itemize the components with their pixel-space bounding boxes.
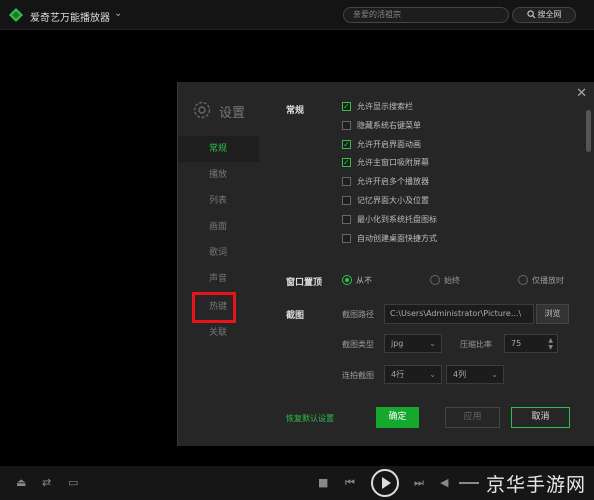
sidebar-item-lyrics[interactable]: 歌词 [178, 240, 259, 266]
radio-dot [342, 275, 352, 285]
loop-icon[interactable]: ⇄ [42, 476, 51, 489]
cancel-button[interactable]: 取消 [511, 407, 570, 428]
sidebar-item-general[interactable]: 常规 [178, 136, 259, 162]
compression-label: 压缩比率 [460, 340, 492, 349]
radio-label: 从不 [356, 276, 372, 285]
sidebar-item-picture[interactable]: 画面 [178, 214, 259, 240]
checkbox-label: 允许主窗口吸附屏幕 [357, 158, 429, 167]
chevron-down-icon: ⌄ [429, 370, 436, 379]
chevron-down-icon[interactable]: ⌄ [114, 8, 122, 19]
screenshot-type-select[interactable]: jpg ⌄ [384, 334, 442, 353]
search-input[interactable]: 亲爱的活祖宗 [343, 7, 509, 23]
settings-header: 设置 [191, 99, 261, 123]
radio-dot [518, 275, 528, 285]
checkbox-box: ✓ [342, 102, 351, 111]
volume-icon[interactable]: ◀ [440, 476, 448, 489]
scrollbar[interactable] [586, 110, 591, 152]
burst-rows-value: 4行 [391, 370, 405, 379]
checkbox-box [342, 177, 351, 186]
search-button-label: 搜全网 [537, 10, 562, 19]
volume-slider[interactable] [459, 482, 479, 484]
eject-icon[interactable]: ⏏ [16, 476, 26, 489]
checkbox-label: 允许开启界面动画 [357, 140, 421, 149]
chevron-down-icon: ⌄ [491, 370, 498, 379]
highlight-box [192, 292, 236, 323]
checkbox-label: 记忆界面大小及位置 [357, 196, 429, 205]
burst-cols-value: 4列 [453, 370, 467, 379]
close-icon[interactable]: ✕ [576, 86, 587, 101]
sidebar-item-sound[interactable]: 声音 [178, 266, 259, 292]
stepper-down-icon[interactable]: ▼ [548, 345, 553, 351]
title-bar: 爱奇艺万能播放器 ⌄ 亲爱的活祖宗 搜全网 [0, 0, 594, 30]
checkbox-label: 自动创建桌面快捷方式 [357, 234, 437, 243]
search-icon [526, 10, 535, 19]
search-button[interactable]: 搜全网 [512, 7, 576, 23]
sidebar-item-playback[interactable]: 播放 [178, 162, 259, 188]
section-label-general: 常规 [286, 106, 305, 116]
checkbox-box [342, 196, 351, 205]
burst-cols-select[interactable]: 4列 ⌄ [446, 365, 504, 384]
checkbox-label: 允许显示搜索栏 [357, 102, 413, 111]
checkbox-box: ✓ [342, 158, 351, 167]
screenshot-path-label: 截图路径 [342, 310, 374, 319]
checkbox-label: 隐藏系统右键菜单 [357, 121, 421, 130]
section-label-window-top: 窗口置顶 [286, 278, 323, 288]
settings-dialog: ✕ 设置 常规 播放 列表 画面 歌词 声音 热键 关联 常规 ✓ 允许显示搜索栏… [177, 82, 594, 446]
screenshot-path-field[interactable]: C:\Users\Administrator\Picture...\ [384, 304, 534, 324]
app-title[interactable]: 爱奇艺万能播放器 [30, 9, 110, 24]
previous-icon[interactable]: ⏮ [345, 476, 355, 490]
sidebar-item-list[interactable]: 列表 [178, 188, 259, 214]
sidebar-item-associations[interactable]: 关联 [178, 320, 259, 346]
next-icon[interactable]: ⏭ [414, 476, 424, 490]
iqiyi-logo-icon [9, 8, 23, 22]
apply-button[interactable]: 应用 [445, 407, 500, 428]
gear-icon [193, 101, 211, 119]
checkbox-box [342, 215, 351, 224]
radio-label: 始终 [444, 276, 460, 285]
stop-icon[interactable]: ■ [318, 476, 328, 489]
checkbox-label: 最小化到系统托盘图标 [357, 215, 437, 224]
section-label-screenshot: 截图 [286, 311, 305, 321]
compression-value: 75 [511, 339, 522, 348]
checkbox-box [342, 234, 351, 243]
restore-defaults-link[interactable]: 恢复默认设置 [286, 413, 334, 424]
ok-button[interactable]: 确定 [376, 407, 419, 428]
checkbox-box [342, 121, 351, 130]
screenshot-type-label: 截图类型 [342, 340, 374, 349]
play-button[interactable] [371, 469, 399, 497]
compression-stepper[interactable]: 75 ▲ ▼ [504, 334, 558, 353]
browse-button[interactable]: 浏览 [536, 304, 569, 324]
settings-sidebar: 设置 常规 播放 列表 画面 歌词 声音 热键 关联 [178, 82, 261, 446]
checkbox-label: 允许开启多个播放器 [357, 177, 429, 186]
settings-title: 设置 [219, 106, 246, 121]
radio-dot [430, 275, 440, 285]
chevron-down-icon: ⌄ [429, 339, 436, 348]
screenshot-type-value: jpg [391, 339, 404, 348]
burst-label: 连拍截图 [342, 371, 374, 380]
watermark-text: 京华手游网 [486, 474, 587, 496]
radio-label: 仅播放时 [532, 276, 564, 285]
player-control-bar: ⏏ ⇄ ▭ ■ ⏮ ⏭ ◀ 京华手游网 [0, 466, 594, 500]
checkbox-box: ✓ [342, 140, 351, 149]
screen-icon[interactable]: ▭ [68, 476, 78, 489]
burst-rows-select[interactable]: 4行 ⌄ [384, 365, 442, 384]
